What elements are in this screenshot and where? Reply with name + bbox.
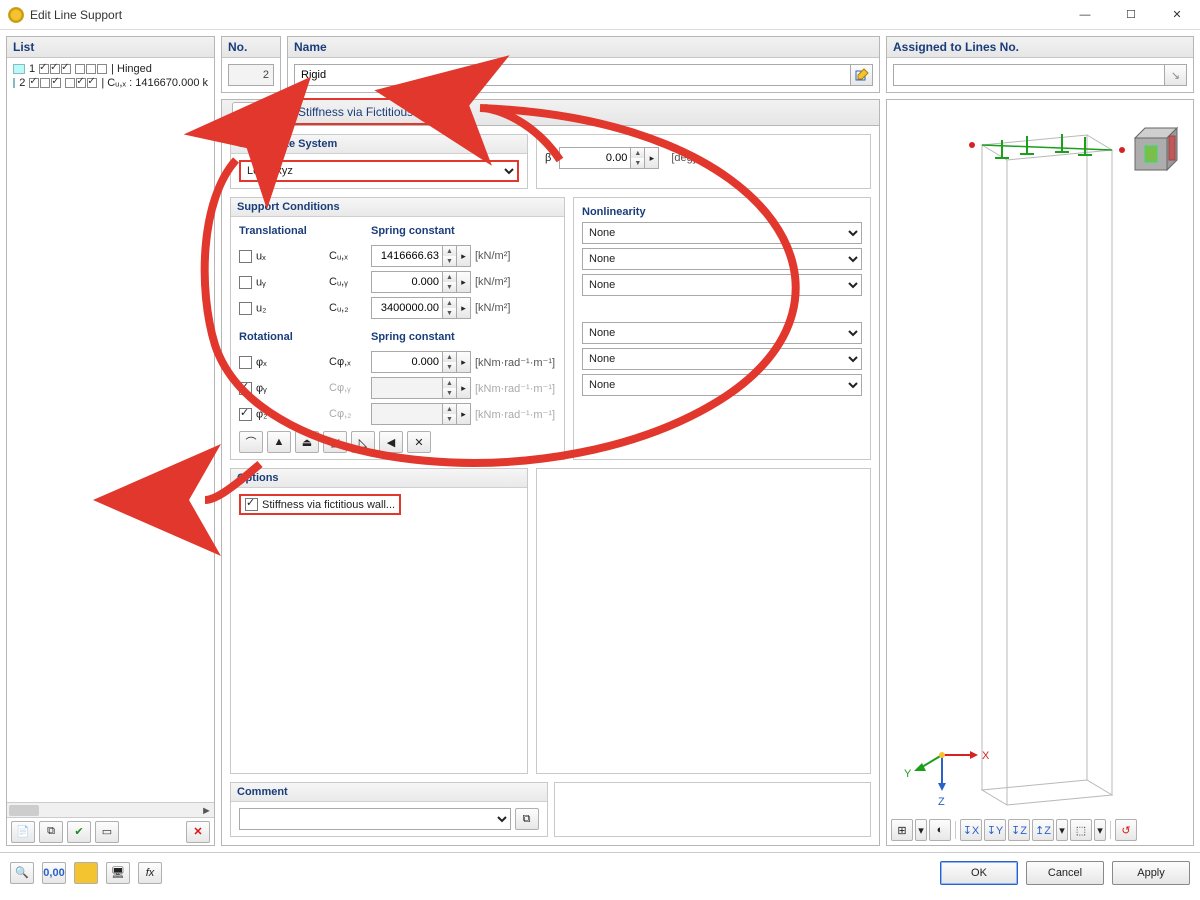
- tab-stiffness-fictitious-wall[interactable]: Stiffness via Fictitious Wall: [284, 98, 453, 125]
- beta-input[interactable]: ▲▼ ▸: [559, 147, 659, 169]
- tab-main[interactable]: Main: [232, 102, 284, 126]
- svg-text:X: X: [982, 750, 990, 762]
- view-dd-button[interactable]: ▾: [915, 819, 927, 841]
- axis-z-button[interactable]: ↧Z: [1008, 819, 1030, 841]
- phiz-checkbox[interactable]: [239, 408, 252, 421]
- assigned-panel: Assigned to Lines No. ↘: [886, 36, 1194, 93]
- maximize-button[interactable]: ☐: [1108, 0, 1154, 30]
- ux-checkbox[interactable]: [239, 250, 252, 263]
- fictitious-wall-checkbox[interactable]: [245, 498, 258, 511]
- fx-icon: fx: [146, 867, 155, 879]
- list-panel: List 1 | Hinged 2 | Cᵤ,ₓ : 1416670.000 k: [6, 36, 215, 846]
- number-panel: No. 2: [221, 36, 281, 93]
- nl-phiz-select[interactable]: None: [582, 374, 862, 396]
- uz-checkbox[interactable]: [239, 302, 252, 315]
- assigned-field[interactable]: [893, 64, 1165, 86]
- function-button[interactable]: fx: [138, 862, 162, 884]
- monitor-icon: 🖥: [111, 866, 125, 879]
- list-body[interactable]: 1 | Hinged 2 | Cᵤ,ₓ : 1416670.000 k: [7, 58, 214, 802]
- nl-uy-select[interactable]: None: [582, 248, 862, 270]
- bottom-bar: 🔍 0,00 🖥 fx OK Cancel Apply: [0, 852, 1200, 892]
- svg-text:Y: Y: [904, 768, 912, 780]
- cphiy-input: ▲▼▸: [371, 377, 471, 399]
- name-panel: Name: [287, 36, 880, 93]
- coordinate-system-select[interactable]: Local xyz: [239, 160, 519, 182]
- list-item[interactable]: 2 | Cᵤ,ₓ : 1416670.000 k: [11, 76, 210, 90]
- nl-uz-select[interactable]: None: [582, 274, 862, 296]
- window-title: Edit Line Support: [30, 8, 1062, 22]
- display-button[interactable]: 🖥: [106, 862, 130, 884]
- pick-lines-button[interactable]: ↘: [1165, 64, 1187, 86]
- cux-input[interactable]: ▲▼▸: [371, 245, 471, 267]
- list-scrollbar[interactable]: ◄ ►: [7, 802, 214, 817]
- close-button[interactable]: ✕: [1154, 0, 1200, 30]
- preset-icon[interactable]: ⌒: [239, 431, 263, 453]
- axis-x-button[interactable]: ↧X: [960, 819, 982, 841]
- help-button[interactable]: 🔍: [10, 862, 34, 884]
- view-dd2-button[interactable]: ▾: [1056, 819, 1068, 841]
- edit-name-button[interactable]: [851, 64, 873, 86]
- new-button[interactable]: 📄: [11, 821, 35, 843]
- view-button[interactable]: ⊞: [891, 819, 913, 841]
- model-preview[interactable]: X Y Z: [887, 100, 1195, 820]
- axis-neg-z-button[interactable]: ↥Z: [1032, 819, 1054, 841]
- select-button[interactable]: ▭: [95, 821, 119, 843]
- ok-button[interactable]: OK: [940, 861, 1018, 885]
- shade-button[interactable]: ◐: [929, 819, 951, 841]
- apply-button[interactable]: Apply: [1112, 861, 1190, 885]
- list-header: List: [7, 37, 214, 58]
- nl-ux-select[interactable]: None: [582, 222, 862, 244]
- color-swatch: [13, 78, 15, 88]
- svg-text:Z: Z: [938, 796, 945, 808]
- name-field[interactable]: [294, 64, 851, 86]
- preset-icon[interactable]: ◿: [323, 431, 347, 453]
- preview-panel: X Y Z ⊞ ▾ ◐ ↧X ↧Y ↧Z ↥Z ▾ ⬚: [886, 99, 1194, 846]
- preset-icon[interactable]: ⏏: [295, 431, 319, 453]
- preset-icon[interactable]: ✕: [407, 431, 431, 453]
- title-bar: Edit Line Support — ☐ ✕: [0, 0, 1200, 30]
- nl-phix-select[interactable]: None: [582, 322, 862, 344]
- check-button[interactable]: ✔: [67, 821, 91, 843]
- delete-button[interactable]: ✕: [186, 821, 210, 843]
- comment-select[interactable]: [239, 808, 511, 830]
- preview-toolbar: ⊞ ▾ ◐ ↧X ↧Y ↧Z ↥Z ▾ ⬚ ▾ ↺: [891, 819, 1189, 841]
- preset-icon[interactable]: ◀: [379, 431, 403, 453]
- color-button[interactable]: [74, 862, 98, 884]
- units-button[interactable]: 0,00: [42, 862, 66, 884]
- iso-button[interactable]: ⬚: [1070, 819, 1092, 841]
- cphix-input[interactable]: ▲▼▸: [371, 351, 471, 373]
- color-swatch: [13, 64, 25, 74]
- copy-button[interactable]: ⧉: [39, 821, 63, 843]
- phiy-checkbox[interactable]: [239, 382, 252, 395]
- scroll-right-icon[interactable]: ►: [199, 803, 214, 818]
- nl-phiy-select[interactable]: None: [582, 348, 862, 370]
- support-preset-toolbar: ⌒ ▲ ⏏ ◿ ◺ ◀ ✕: [239, 431, 556, 453]
- list-item[interactable]: 1 | Hinged: [11, 62, 210, 76]
- number-field[interactable]: 2: [228, 64, 274, 86]
- list-toolbar: 📄 ⧉ ✔ ▭ ✕: [7, 817, 214, 845]
- cancel-button[interactable]: Cancel: [1026, 861, 1104, 885]
- axis-y-button[interactable]: ↧Y: [984, 819, 1006, 841]
- cuy-input[interactable]: ▲▼▸: [371, 271, 471, 293]
- uy-checkbox[interactable]: [239, 276, 252, 289]
- cphiz-input: ▲▼▸: [371, 403, 471, 425]
- phix-checkbox[interactable]: [239, 356, 252, 369]
- preset-icon[interactable]: ▲: [267, 431, 291, 453]
- cuz-input[interactable]: ▲▼▸: [371, 297, 471, 319]
- reset-view-button[interactable]: ↺: [1115, 819, 1137, 841]
- comment-library-button[interactable]: ⧉: [515, 808, 539, 830]
- tab-strip: Main Stiffness via Fictitious Wall: [221, 99, 880, 125]
- view-dd3-button[interactable]: ▾: [1094, 819, 1106, 841]
- beta-label: β: [545, 152, 551, 164]
- app-icon: [8, 7, 24, 23]
- search-icon: 🔍: [15, 866, 29, 879]
- preset-icon[interactable]: ◺: [351, 431, 375, 453]
- minimize-button[interactable]: —: [1062, 0, 1108, 30]
- fictitious-wall-option[interactable]: Stiffness via fictitious wall...: [239, 494, 401, 515]
